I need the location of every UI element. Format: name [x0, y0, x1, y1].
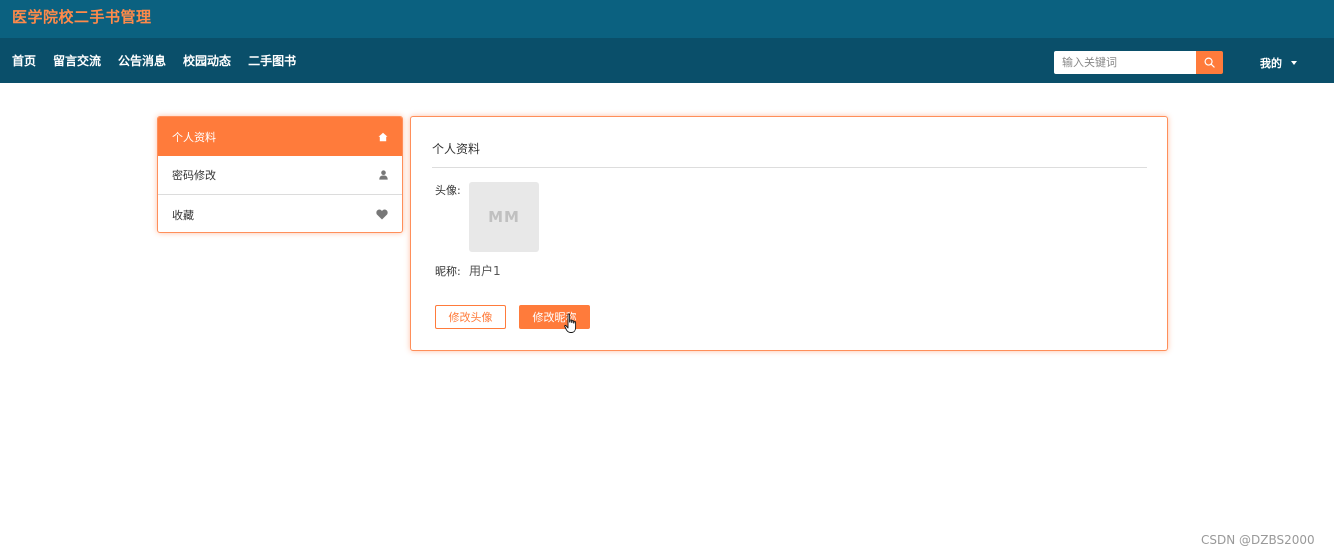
watermark-text: CSDN @DZBS2000 [1201, 533, 1315, 547]
sidebar-item-favorites[interactable]: 收藏 [158, 195, 402, 232]
user-menu-dropdown[interactable]: 我的 [1260, 55, 1297, 71]
change-nickname-button[interactable]: 修改昵称 [519, 305, 590, 329]
sidebar-item-label: 收藏 [172, 208, 194, 222]
avatar: MM [469, 182, 539, 252]
nickname-label: 昵称: [435, 265, 461, 278]
sidebar-item-profile[interactable]: 个人资料 [158, 117, 402, 156]
nav-item-announcements[interactable]: 公告消息 [118, 52, 166, 69]
nav-menu: 首页 留言交流 公告消息 校园动态 二手图书 [12, 38, 313, 83]
panel-title: 个人资料 [432, 142, 481, 156]
home-icon [378, 132, 388, 141]
nav-item-used-books[interactable]: 二手图书 [248, 52, 296, 69]
nickname-value: 用户1 [469, 264, 501, 278]
heart-icon [376, 209, 388, 220]
search-icon [1204, 57, 1215, 68]
caret-down-icon [1291, 61, 1297, 65]
sidebar-item-label: 个人资料 [172, 130, 216, 144]
user-menu-label: 我的 [1260, 57, 1282, 70]
avatar-placeholder-text: MM [488, 208, 520, 226]
change-avatar-button[interactable]: 修改头像 [435, 305, 506, 329]
profile-sidebar: 个人资料 密码修改 收藏 [157, 116, 403, 233]
avatar-label: 头像: [435, 184, 461, 197]
nav-item-messages[interactable]: 留言交流 [53, 52, 101, 69]
sidebar-item-password[interactable]: 密码修改 [158, 156, 402, 195]
top-header: 医学院校二手书管理 [0, 0, 1334, 38]
site-title[interactable]: 医学院校二手书管理 [12, 6, 152, 27]
hand-cursor-icon [564, 313, 577, 333]
profile-panel: 个人资料 头像: MM 昵称: 用户1 修改头像 修改昵称 [410, 116, 1168, 351]
search-button[interactable] [1196, 51, 1223, 74]
nav-item-home[interactable]: 首页 [12, 52, 36, 69]
nav-item-campus-news[interactable]: 校园动态 [183, 52, 231, 69]
divider [432, 167, 1147, 168]
sidebar-item-label: 密码修改 [172, 169, 216, 182]
search-input[interactable] [1054, 51, 1196, 74]
user-icon [379, 170, 388, 180]
